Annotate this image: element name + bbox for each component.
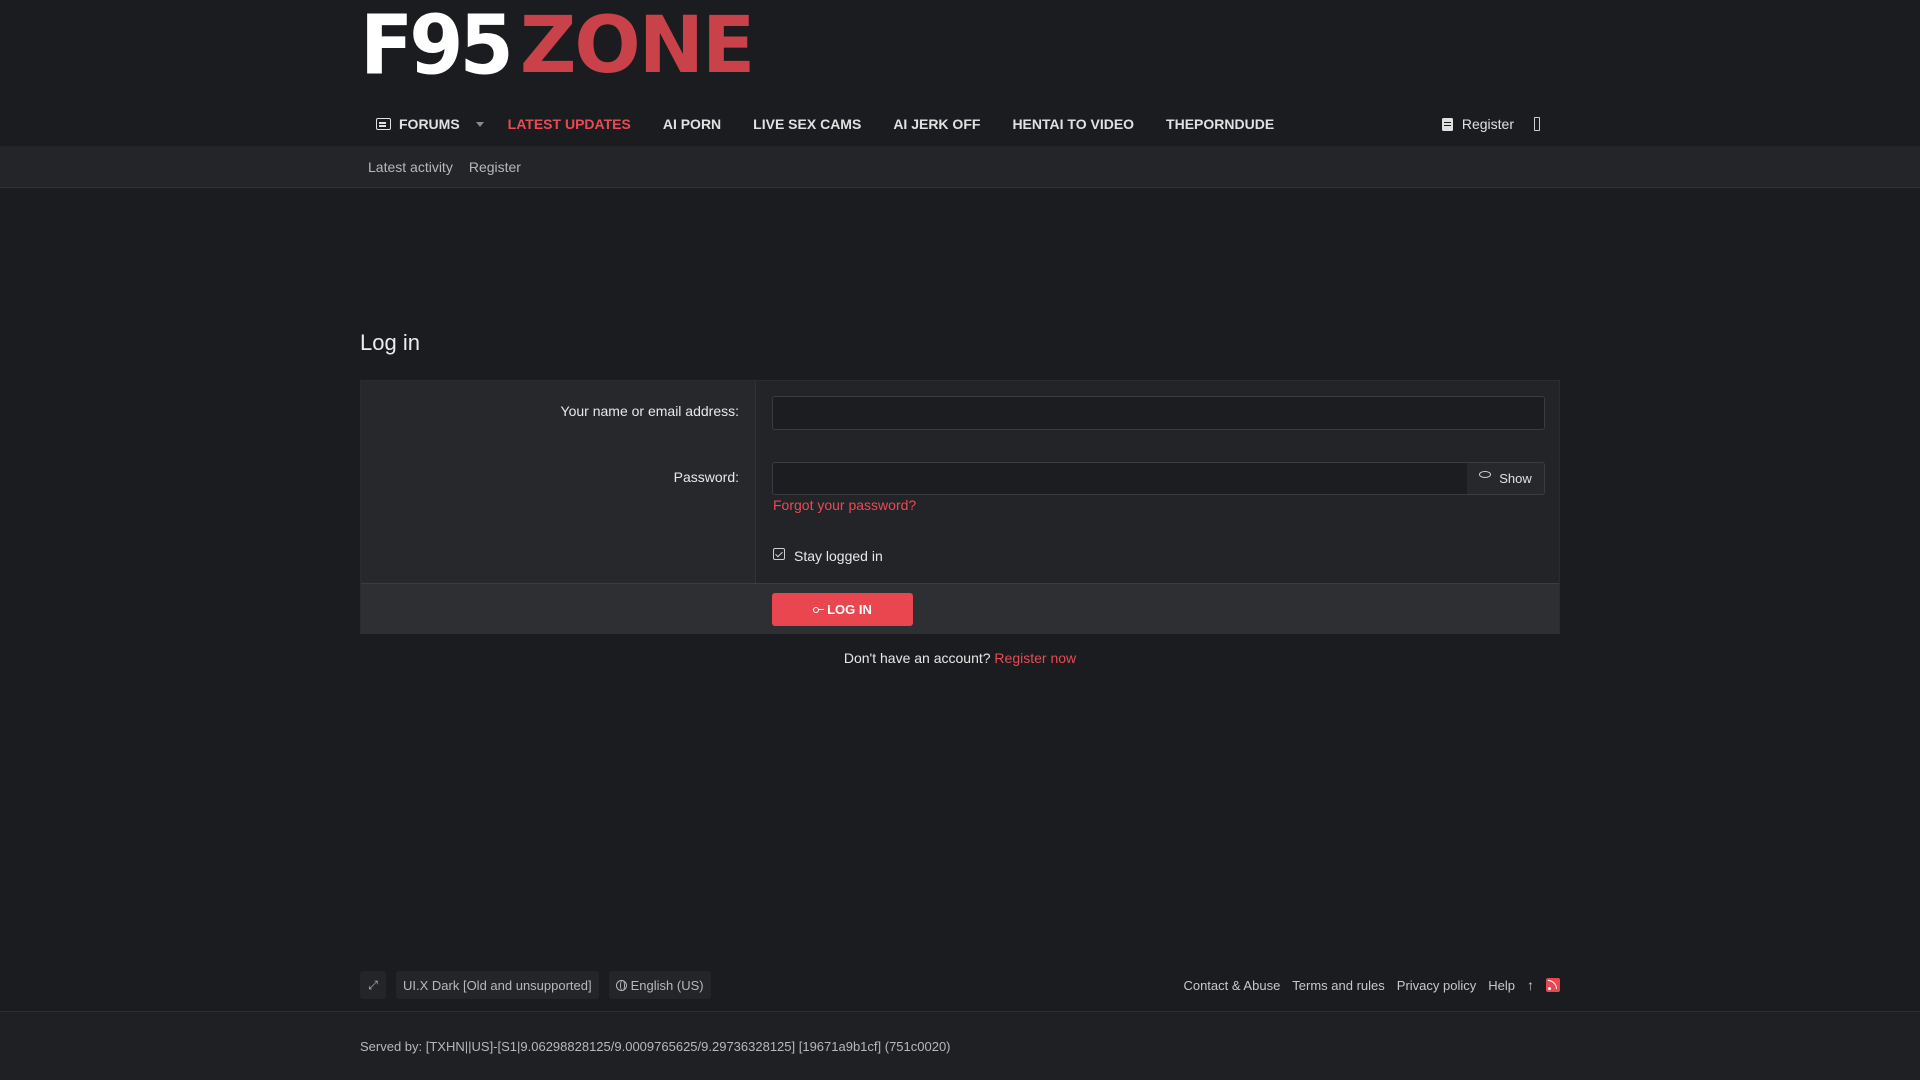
served-by-bar: Served by: [TXHN||US]-[S1|9.06298828125/…	[0, 1011, 1920, 1080]
back-to-top-icon[interactable]: ↑	[1527, 977, 1534, 993]
username-input[interactable]	[772, 396, 1545, 430]
search-icon[interactable]	[1534, 117, 1540, 131]
login-form: Your name or email address: Password: Sh…	[360, 380, 1560, 634]
login-button[interactable]: Log in	[772, 593, 913, 626]
nav-live-sex-cams[interactable]: Live Sex Cams	[737, 104, 877, 144]
site-logo[interactable]: F95 ZONE	[360, 0, 755, 94]
logo-zone: ZONE	[519, 1, 755, 91]
served-by-text: Served by: [TXHN||US]-[S1|9.06298828125/…	[360, 1039, 951, 1054]
nav-forums-label: Forums	[399, 116, 460, 132]
name-label: Your name or email address:	[560, 403, 739, 419]
password-label: Password:	[673, 469, 739, 485]
register-prompt-text: Don't have an account?	[843, 650, 991, 666]
sub-nav: Latest activity Register	[0, 146, 1920, 188]
clipboard-icon	[1441, 117, 1453, 131]
checkbox-checked-icon	[773, 548, 785, 560]
nav-theporndude[interactable]: ThePornDude	[1150, 104, 1290, 144]
register-prompt: Don't have an account? Register now	[360, 650, 1560, 666]
expand-icon: ⤢	[368, 977, 378, 992]
register-now-link[interactable]: Register now	[994, 650, 1076, 666]
show-password-button[interactable]: Show	[1467, 462, 1545, 495]
main-nav: Forums Latest Updates AI Porn Live Sex C…	[360, 104, 1560, 144]
footer-link-privacy[interactable]: Privacy policy	[1397, 978, 1476, 993]
nav-account-area: Register	[1441, 104, 1540, 144]
subnav-register[interactable]: Register	[461, 159, 529, 175]
nav-latest-updates[interactable]: Latest Updates	[492, 104, 647, 144]
stay-logged-in-label: Stay logged in	[794, 548, 883, 564]
forums-icon	[376, 118, 391, 130]
nav-ai-jerk-off[interactable]: AI Jerk Off	[877, 104, 996, 144]
style-chooser[interactable]: UI.X Dark [Old and unsupported]	[396, 971, 599, 999]
language-chooser[interactable]: English (US)	[608, 971, 711, 999]
forgot-password-link[interactable]: Forgot your password?	[773, 497, 916, 513]
expand-width-button[interactable]: ⤢	[360, 971, 386, 999]
key-icon	[813, 606, 825, 613]
form-submit-row: Log in	[361, 583, 1559, 634]
rss-icon[interactable]	[1546, 978, 1560, 992]
forums-dropdown-caret-icon[interactable]	[475, 121, 484, 127]
logo-f95: F95	[360, 0, 514, 94]
nav-hentai-to-video[interactable]: Hentai to Video	[996, 104, 1150, 144]
password-input[interactable]	[772, 462, 1468, 495]
label-column: Your name or email address: Password:	[361, 381, 756, 583]
language-chooser-label: English (US)	[630, 977, 704, 993]
login-button-label: Log in	[827, 602, 872, 617]
footer-link-terms[interactable]: Terms and rules	[1292, 978, 1384, 993]
globe-icon	[615, 979, 627, 991]
nav-ai-porn[interactable]: AI Porn	[647, 104, 737, 144]
stay-logged-in-checkbox[interactable]: Stay logged in	[773, 548, 883, 564]
show-password-label: Show	[1499, 471, 1532, 486]
style-chooser-label: UI.X Dark [Old and unsupported]	[403, 977, 592, 993]
nav-forums[interactable]: Forums	[360, 104, 476, 144]
subnav-latest-activity[interactable]: Latest activity	[360, 159, 461, 175]
page-footer: ⤢ UI.X Dark [Old and unsupported] Englis…	[360, 971, 1560, 999]
footer-link-contact[interactable]: Contact & Abuse	[1183, 978, 1280, 993]
footer-link-help[interactable]: Help	[1488, 978, 1515, 993]
footer-links: Contact & Abuse Terms and rules Privacy …	[1183, 977, 1560, 993]
eye-icon	[1479, 471, 1492, 478]
register-link-label: Register	[1461, 116, 1514, 132]
page-title: Log in	[360, 330, 420, 355]
register-link[interactable]: Register	[1441, 116, 1514, 132]
